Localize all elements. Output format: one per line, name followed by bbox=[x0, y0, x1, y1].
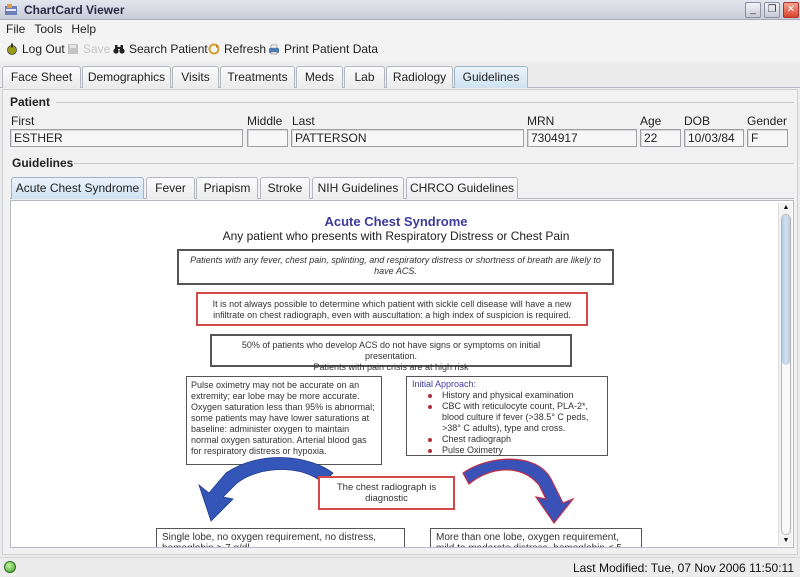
age-field[interactable]: 22 bbox=[640, 129, 681, 147]
tab-meds[interactable]: Meds bbox=[296, 66, 343, 88]
tab-acute-chest-syndrome[interactable]: Acute Chest Syndrome bbox=[11, 177, 144, 199]
save-icon bbox=[68, 44, 78, 54]
guidelines-group-title: Guidelines bbox=[12, 156, 74, 170]
first-name-field[interactable]: ESTHER bbox=[10, 129, 243, 147]
patient-group-divider bbox=[56, 102, 794, 103]
last-name-label: Last bbox=[292, 114, 315, 128]
toolbar: Log Out Save Search Patient Refresh Prin… bbox=[0, 38, 800, 62]
tab-radiology[interactable]: Radiology bbox=[386, 66, 453, 88]
scroll-track[interactable] bbox=[781, 214, 791, 535]
minimize-icon: _ bbox=[750, 4, 756, 15]
minimize-button[interactable]: _ bbox=[745, 2, 761, 18]
tab-treatments[interactable]: Treatments bbox=[220, 66, 295, 88]
dob-field[interactable]: 10/03/84 bbox=[684, 129, 744, 147]
tab-demographics[interactable]: Demographics bbox=[82, 66, 171, 88]
scroll-up-arrow-icon[interactable]: ▲ bbox=[779, 203, 793, 213]
tab-face-sheet[interactable]: Face Sheet bbox=[2, 66, 81, 88]
middle-name-field[interactable] bbox=[247, 129, 288, 147]
mrn-field[interactable]: 7304917 bbox=[527, 129, 637, 147]
print-patient-data-button[interactable]: Print Patient Data bbox=[268, 42, 378, 56]
tab-lab[interactable]: Lab bbox=[344, 66, 385, 88]
last-name-field[interactable]: PATTERSON bbox=[291, 129, 524, 147]
guideline-document[interactable]: Acute Chest Syndrome Any patient who pre… bbox=[10, 200, 794, 548]
binoculars-icon bbox=[113, 45, 125, 54]
menu-help[interactable]: Help bbox=[65, 20, 99, 36]
restore-button[interactable]: ❐ bbox=[764, 2, 780, 18]
title-bar: ChartCard Viewer _ ❐ ✕ bbox=[0, 0, 800, 20]
log-out-icon bbox=[7, 43, 17, 55]
first-name-label: First bbox=[11, 114, 35, 128]
middle-name-label: Middle bbox=[247, 114, 283, 128]
patient-group-title: Patient bbox=[10, 95, 51, 109]
age-label: Age bbox=[640, 114, 662, 128]
tab-chrco-guidelines[interactable]: CHRCO Guidelines bbox=[406, 177, 518, 199]
dob-label: DOB bbox=[684, 114, 711, 128]
menu-file[interactable]: File bbox=[0, 20, 28, 36]
connection-status-icon bbox=[4, 561, 16, 573]
restore-icon: ❐ bbox=[767, 4, 777, 15]
refresh-icon bbox=[208, 43, 220, 55]
gender-field[interactable]: F bbox=[747, 129, 788, 147]
left-curved-arrow bbox=[198, 457, 334, 522]
printer-icon bbox=[269, 44, 279, 55]
menu-tools[interactable]: Tools bbox=[28, 20, 65, 36]
right-outcome-box: More than one lobe, oxygen requirement, … bbox=[430, 528, 642, 547]
tab-nih-guidelines[interactable]: NIH Guidelines bbox=[312, 177, 404, 199]
main-tabs: Face Sheet Demographics Visits Treatment… bbox=[0, 64, 800, 88]
search-patient-button[interactable]: Search Patient bbox=[113, 42, 208, 56]
scroll-down-arrow-icon[interactable]: ▼ bbox=[779, 536, 793, 546]
mrn-label: MRN bbox=[527, 114, 555, 128]
menu-bar: File Tools Help bbox=[0, 20, 800, 38]
gender-label: Gender bbox=[747, 114, 788, 128]
tab-fever[interactable]: Fever bbox=[146, 177, 195, 199]
status-bar: Last Modified: Tue, 07 Nov 2006 11:50:11 bbox=[0, 557, 800, 577]
right-curved-arrow bbox=[462, 458, 575, 525]
guideline-tabs: Acute Chest Syndrome Fever Priapism Stro… bbox=[10, 177, 794, 199]
refresh-button[interactable]: Refresh bbox=[208, 42, 266, 56]
window-title: ChartCard Viewer bbox=[24, 3, 125, 17]
tab-visits[interactable]: Visits bbox=[172, 66, 219, 88]
vertical-scrollbar[interactable]: ▲ ▼ bbox=[778, 203, 792, 546]
tab-priapism[interactable]: Priapism bbox=[196, 177, 258, 199]
tab-stroke[interactable]: Stroke bbox=[260, 177, 310, 199]
scroll-thumb[interactable] bbox=[782, 215, 790, 365]
tab-guidelines[interactable]: Guidelines bbox=[454, 66, 528, 88]
close-icon: ✕ bbox=[786, 4, 796, 15]
guidelines-group-divider bbox=[74, 163, 794, 164]
close-button[interactable]: ✕ bbox=[783, 2, 799, 18]
save-button[interactable]: Save bbox=[67, 42, 110, 56]
diagnostic-box: The chest radiograph is diagnostic bbox=[318, 476, 455, 510]
log-out-button[interactable]: Log Out bbox=[6, 42, 65, 56]
last-modified-text: Last Modified: Tue, 07 Nov 2006 11:50:11 bbox=[572, 561, 794, 575]
app-icon bbox=[5, 4, 17, 15]
left-outcome-box: Single lobe, no oxygen requirement, no d… bbox=[156, 528, 405, 547]
